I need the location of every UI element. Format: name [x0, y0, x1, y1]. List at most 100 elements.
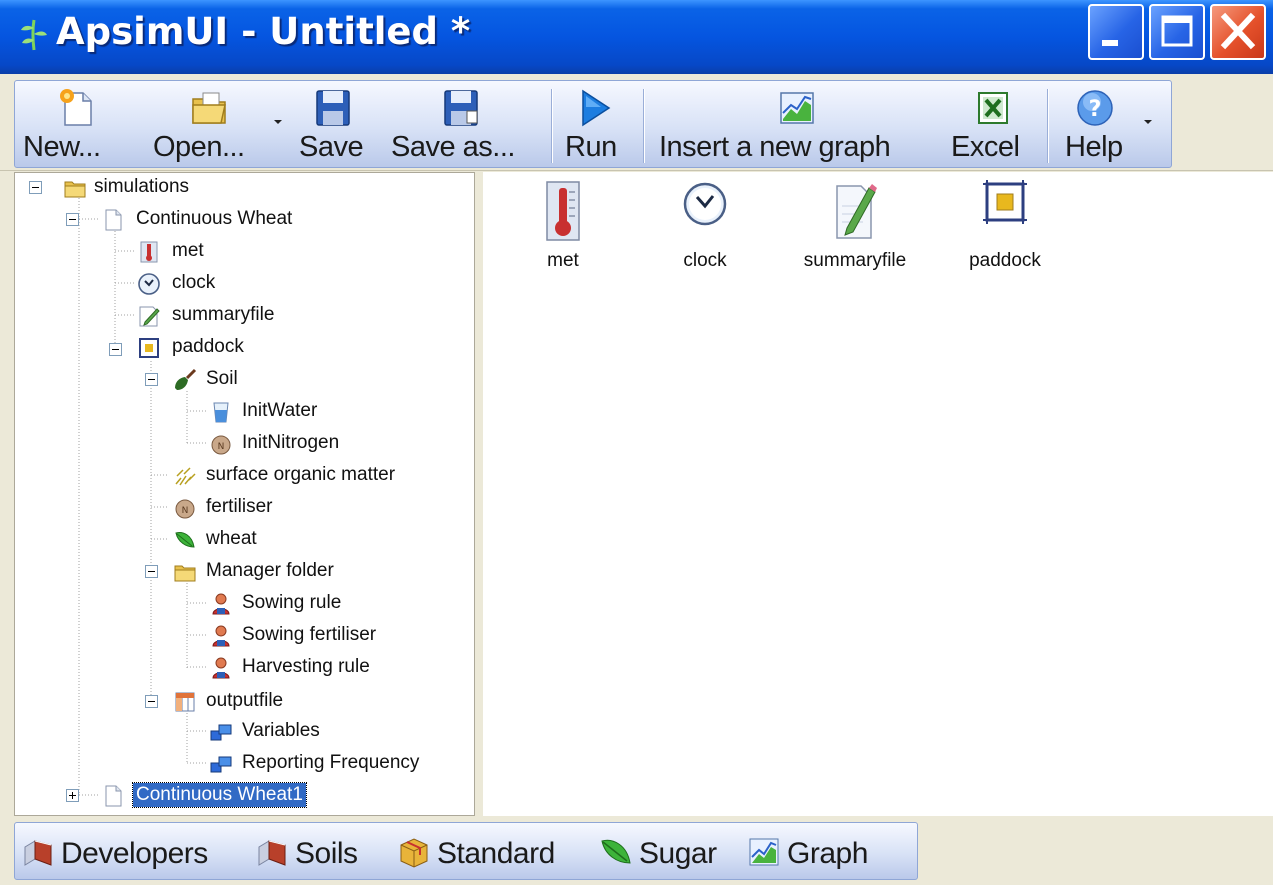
- close-icon: [1220, 12, 1256, 50]
- new-label: New...: [23, 131, 101, 163]
- close-button[interactable]: [1210, 4, 1266, 60]
- open-folder-icon: [192, 92, 226, 124]
- open-button[interactable]: Open...: [149, 81, 289, 169]
- minimize-icon: [1102, 40, 1118, 46]
- new-document-icon: [60, 89, 92, 126]
- graph-icon: [780, 92, 814, 124]
- tab-label: Sugar: [639, 837, 717, 870]
- toolbox-icon: [258, 840, 286, 866]
- tab-standard[interactable]: Standard: [397, 827, 593, 877]
- save-as-button[interactable]: Save as...: [389, 81, 541, 169]
- excel-button[interactable]: Excel: [949, 81, 1039, 169]
- clock-icon: [138, 273, 160, 295]
- tree-label: wheat: [206, 528, 257, 549]
- manager-person-icon: [212, 593, 230, 615]
- help-label: Help: [1065, 131, 1123, 163]
- help-button[interactable]: ? Help: [1059, 81, 1159, 169]
- tab-label: Standard: [437, 837, 555, 870]
- tree-label: fertiliser: [206, 496, 273, 517]
- tree-label: Harvesting rule: [242, 656, 370, 677]
- folder-icon: [64, 181, 86, 198]
- tree-label: Soil: [206, 368, 238, 389]
- save-button[interactable]: Save: [297, 81, 373, 169]
- apsimui-window: ApsimUI - Untitled * New... Open... Save…: [0, 0, 1273, 885]
- package-box-icon: [400, 838, 428, 868]
- floppy-disk-icon: [316, 90, 350, 126]
- save-as-icon: [444, 90, 478, 126]
- help-question-icon: ?: [1077, 90, 1113, 126]
- thermometer-icon: [140, 241, 158, 263]
- run-label: Run: [565, 131, 617, 163]
- tree-label: surface organic matter: [206, 464, 396, 485]
- svg-text:?: ?: [1089, 97, 1102, 122]
- component-item-summaryfile[interactable]: summaryfile: [800, 172, 910, 292]
- component-label: summaryfile: [803, 250, 907, 271]
- excel-label: Excel: [951, 131, 1020, 163]
- insert-graph-label: Insert a new graph: [659, 131, 891, 163]
- collapse-outputfile-toggle[interactable]: [145, 695, 158, 708]
- collapse-soil-toggle[interactable]: [145, 373, 158, 386]
- maximize-button[interactable]: [1149, 4, 1205, 60]
- apsim-leaf-icon: [21, 19, 47, 51]
- manager-person-icon: [212, 657, 230, 679]
- component-item-clock[interactable]: clock: [650, 172, 760, 292]
- save-as-label: Save as...: [391, 131, 515, 163]
- tree-label: Continuous Wheat1: [132, 782, 307, 808]
- tree-label: paddock: [172, 336, 244, 357]
- component-item-met[interactable]: met: [508, 172, 618, 292]
- expand-continuous-wheat1-toggle[interactable]: [66, 789, 79, 802]
- fertiliser-bag-icon: N: [175, 499, 195, 519]
- component-view[interactable]: met clock summaryfile paddock: [483, 172, 1273, 816]
- help-dropdown-arrow-icon[interactable]: [1143, 119, 1153, 125]
- simulation-tree[interactable]: simulations Continuous Wheat met clock s…: [14, 172, 475, 816]
- excel-icon: [978, 92, 1008, 124]
- minimize-button[interactable]: [1088, 4, 1144, 60]
- title-bar[interactable]: ApsimUI - Untitled *: [0, 0, 1273, 74]
- variables-icon: [210, 724, 232, 741]
- pane-splitter[interactable]: [475, 172, 483, 816]
- tree-label: clock: [172, 272, 216, 293]
- paddock-icon: [139, 338, 159, 358]
- component-item-paddock[interactable]: paddock: [950, 172, 1060, 292]
- tree-label: met: [172, 240, 204, 261]
- new-button[interactable]: New...: [23, 81, 141, 169]
- tree-label: InitWater: [242, 400, 318, 421]
- tree-label: Sowing rule: [242, 592, 342, 613]
- run-button[interactable]: Run: [563, 81, 631, 169]
- tree-label: Continuous Wheat: [136, 208, 293, 229]
- manager-person-icon: [212, 625, 230, 647]
- paddock-icon: [983, 180, 1027, 224]
- tree-label: Reporting Frequency: [242, 752, 420, 773]
- tab-soils[interactable]: Soils: [255, 827, 389, 877]
- collapse-simulations-toggle[interactable]: [29, 181, 42, 194]
- variables-icon: [210, 756, 232, 773]
- maximize-icon: [1161, 15, 1193, 47]
- open-dropdown-arrow-icon[interactable]: [273, 119, 283, 125]
- simulation-document-icon: [105, 209, 122, 231]
- toolbox-tabs: Developers Soils Standard Sugar Graph: [14, 822, 918, 880]
- toolbar-separator: [1047, 89, 1049, 163]
- collapse-paddock-toggle[interactable]: [109, 343, 122, 356]
- document-pencil-icon: [139, 306, 160, 327]
- graph-icon: [749, 838, 779, 866]
- shovel-icon: [175, 368, 197, 390]
- insert-graph-button[interactable]: Insert a new graph: [655, 81, 941, 169]
- svg-text:N: N: [182, 506, 189, 516]
- component-label: paddock: [969, 250, 1041, 271]
- tab-developers[interactable]: Developers: [21, 827, 249, 877]
- run-play-icon: [582, 89, 611, 127]
- tree-label: outputfile: [206, 690, 284, 711]
- open-label: Open...: [153, 131, 245, 163]
- component-label: met: [547, 250, 579, 271]
- folder-icon: [174, 565, 196, 582]
- tab-sugar[interactable]: Sugar: [599, 827, 737, 877]
- toolbar-separator: [551, 89, 553, 163]
- collapse-manager-folder-toggle[interactable]: [145, 565, 158, 578]
- tree-label: simulations: [94, 176, 190, 197]
- tree-label: Manager folder: [206, 560, 334, 581]
- save-label: Save: [299, 131, 364, 163]
- collapse-continuous-wheat-toggle[interactable]: [66, 213, 79, 226]
- organic-matter-icon: [175, 467, 196, 486]
- tab-graph[interactable]: Graph: [747, 827, 907, 877]
- simulation-document-icon: [105, 785, 122, 807]
